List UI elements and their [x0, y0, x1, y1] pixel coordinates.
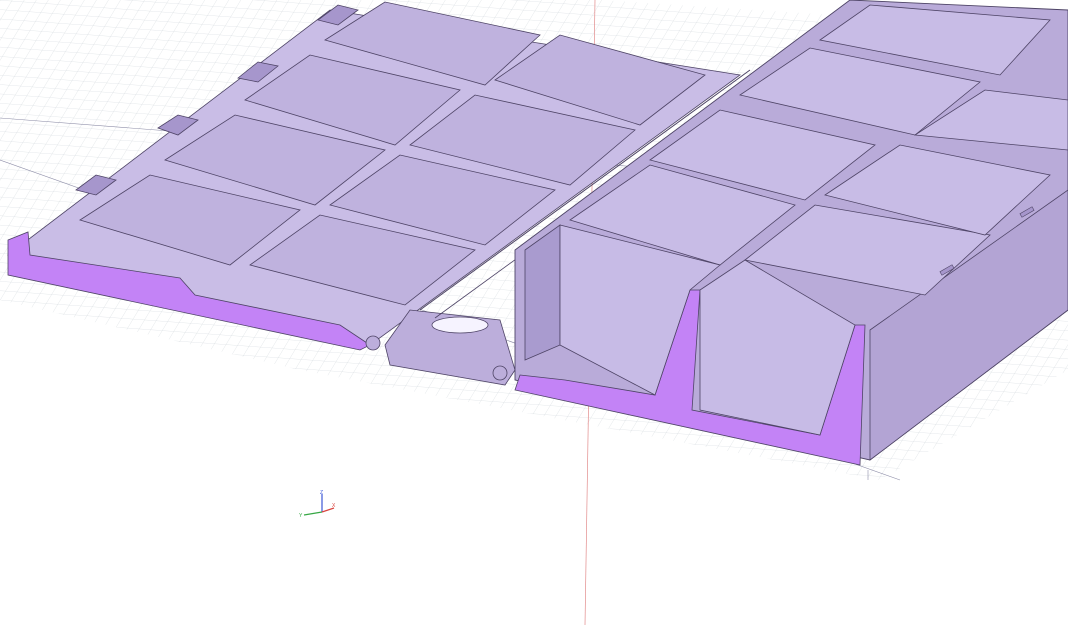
hinge-slot: [431, 316, 489, 334]
z-label: Z: [320, 490, 323, 496]
model-scene[interactable]: [0, 0, 1068, 625]
orientation-triad[interactable]: Z Y X: [296, 488, 340, 528]
y-label: Y: [299, 513, 303, 519]
x-label: X: [332, 503, 336, 509]
hinge-pin: [365, 335, 381, 351]
cad-viewport[interactable]: Z Y X: [0, 0, 1068, 625]
hinge-pin: [492, 365, 508, 381]
y-axis-icon: [303, 511, 323, 516]
